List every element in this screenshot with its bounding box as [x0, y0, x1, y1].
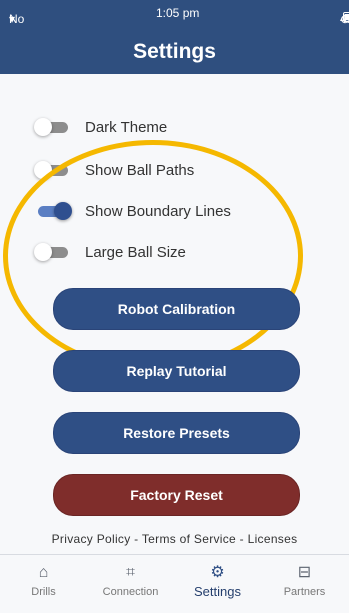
boundary-lines-label: Show Boundary Lines	[85, 202, 231, 220]
dark-theme-label: Dark Theme	[85, 118, 168, 136]
large-ball-toggle[interactable]	[30, 240, 76, 264]
ball-paths-label: Show Ball Paths	[85, 161, 195, 179]
tab-connection[interactable]: ⌗ Connection	[87, 555, 174, 613]
large-ball-label: Large Ball Size	[85, 243, 186, 261]
network-icon: ⌗	[125, 564, 135, 581]
ball-paths-toggle[interactable]	[30, 158, 76, 182]
restore-presets-button[interactable]: Restore Presets	[53, 412, 300, 454]
separator: -	[239, 532, 244, 546]
home-icon: ⌂	[38, 564, 49, 581]
status-time: 1:05 pm	[156, 6, 200, 20]
tab-partners[interactable]: ⊟ Partners	[261, 555, 348, 613]
legal-links: Privacy Policy - Terms of Service - Lice…	[0, 532, 349, 546]
tab-label: Partners	[283, 586, 326, 598]
navigation-header: Settings	[0, 26, 349, 75]
large-ball-row[interactable]: Large Ball Size	[30, 238, 186, 266]
settings-content: Dark Theme Show Ball Paths Show Boundary…	[0, 74, 349, 554]
licenses-link[interactable]: Licenses	[248, 532, 298, 546]
tab-bar: ⌂ Drills ⌗ Connection ⚙ Settings ⊟ Partn…	[0, 554, 349, 613]
boundary-lines-toggle[interactable]	[30, 199, 76, 223]
gear-icon: ⚙	[210, 564, 225, 581]
tab-settings[interactable]: ⚙ Settings	[174, 555, 261, 613]
dark-theme-toggle[interactable]	[30, 115, 76, 139]
tab-drills[interactable]: ⌂ Drills	[0, 555, 87, 613]
dark-theme-row[interactable]: Dark Theme	[30, 113, 167, 141]
factory-reset-button[interactable]: Factory Reset	[53, 474, 300, 516]
robot-calibration-button[interactable]: Robot Calibration	[53, 288, 300, 330]
separator: -	[134, 532, 139, 546]
boundary-lines-row[interactable]: Show Boundary Lines	[30, 197, 231, 225]
replay-tutorial-button[interactable]: Replay Tutorial	[53, 350, 300, 392]
tab-label: Settings	[194, 584, 241, 599]
tab-label: Drills	[31, 586, 56, 598]
briefcase-icon: ⊟	[297, 564, 312, 581]
terms-link[interactable]: Terms of Service	[142, 532, 236, 546]
tab-label: Connection	[102, 586, 159, 598]
ball-paths-row[interactable]: Show Ball Paths	[30, 156, 194, 184]
privacy-policy-link[interactable]: Privacy Policy	[52, 532, 131, 546]
